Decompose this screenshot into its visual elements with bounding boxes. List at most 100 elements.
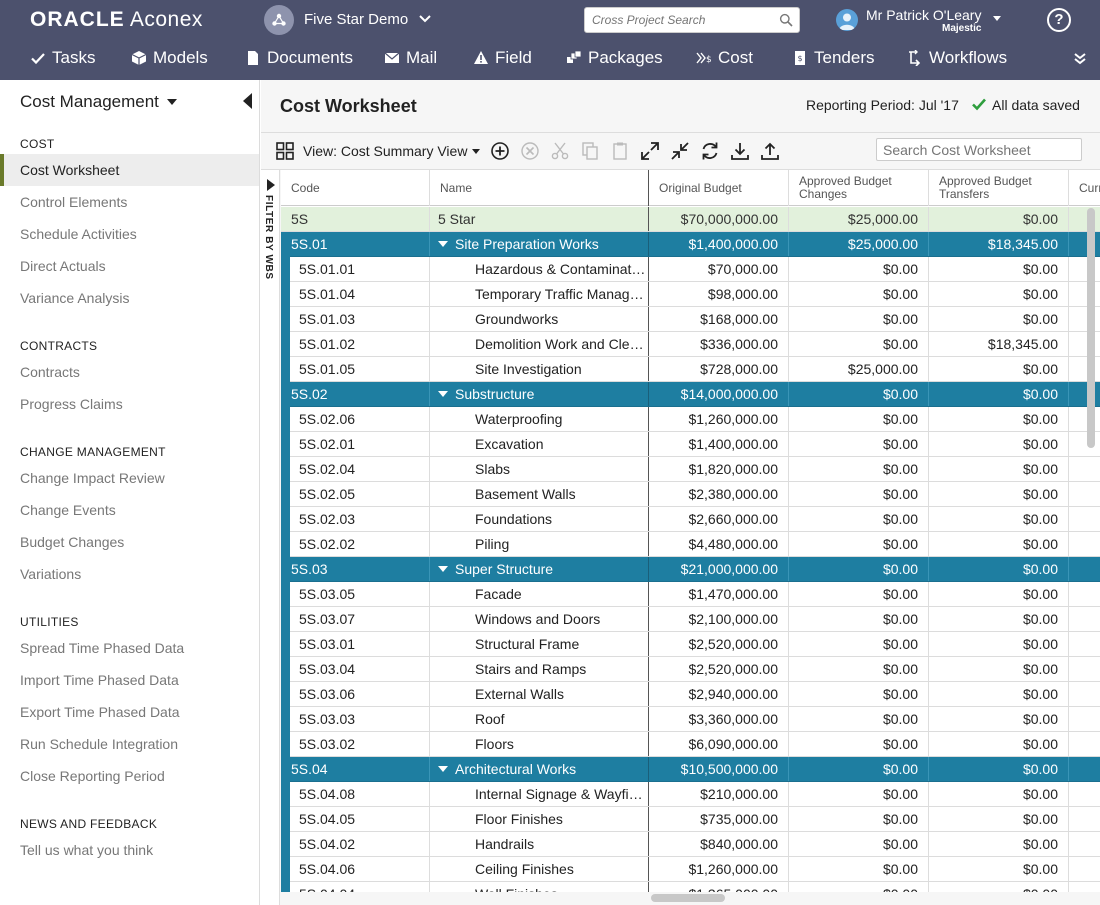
table-row[interactable]: 5S.02.02 Piling $4,480,000.00 $0.00 $0.00 [281, 532, 1100, 557]
cell-name[interactable]: Site Investigation [430, 357, 649, 381]
cell-approved-budget-transfers[interactable]: $0.00 [929, 632, 1069, 656]
sidebar-item-budget-changes[interactable]: Budget Changes [0, 526, 259, 558]
nav-documents[interactable]: Documents [245, 46, 353, 70]
cell-code[interactable]: 5S.02.06 [281, 407, 430, 431]
cell-approved-budget-transfers[interactable]: $0.00 [929, 407, 1069, 431]
cell-original-budget[interactable]: $98,000.00 [649, 282, 789, 306]
cell-code[interactable]: 5S.04.06 [281, 857, 430, 881]
cell-approved-budget-transfers[interactable]: $0.00 [929, 432, 1069, 456]
column-header-name[interactable]: Name [430, 170, 649, 206]
cell-original-budget[interactable]: $1,365,000.00 [649, 882, 789, 892]
project-icon[interactable] [264, 5, 294, 35]
cell-name[interactable]: Foundations [430, 507, 649, 531]
table-row[interactable]: 5S.03.05 Facade $1,470,000.00 $0.00 $0.00 [281, 582, 1100, 607]
cell-code[interactable]: 5S.04.04 [281, 882, 430, 892]
sidebar-item-cost-worksheet[interactable]: Cost Worksheet [0, 154, 259, 186]
cell-approved-budget-transfers[interactable]: $0.00 [929, 507, 1069, 531]
cell-approved-budget-transfers[interactable]: $0.00 [929, 207, 1069, 231]
cell-code[interactable]: 5S.04 [281, 757, 430, 781]
cell-original-budget[interactable]: $21,000,000.00 [649, 557, 789, 581]
sidebar-item-progress-claims[interactable]: Progress Claims [0, 388, 259, 420]
cell-approved-budget-transfers[interactable]: $18,345.00 [929, 232, 1069, 256]
cell-original-budget[interactable]: $1,470,000.00 [649, 582, 789, 606]
cell-approved-budget-changes[interactable]: $0.00 [789, 457, 929, 481]
cell-approved-budget-changes[interactable]: $0.00 [789, 757, 929, 781]
search-icon[interactable] [779, 13, 793, 27]
cell-name[interactable]: Waterproofing [430, 407, 649, 431]
table-row[interactable]: 5S.03.07 Windows and Doors $2,100,000.00 $0… [281, 607, 1100, 632]
cell-original-budget[interactable]: $10,500,000.00 [649, 757, 789, 781]
cell-approved-budget-transfers[interactable]: $0.00 [929, 357, 1069, 381]
cell-approved-budget-transfers[interactable]: $0.00 [929, 682, 1069, 706]
cell-approved-budget-changes[interactable]: $0.00 [789, 807, 929, 831]
table-row[interactable]: 5S.01.05 Site Investigation $728,000.00 $25… [281, 357, 1100, 382]
cell-original-budget[interactable]: $1,260,000.00 [649, 857, 789, 881]
cell-code[interactable]: 5S.02.04 [281, 457, 430, 481]
cell-name[interactable]: Super Structure [430, 557, 649, 581]
cell-original-budget[interactable]: $70,000,000.00 [649, 207, 789, 231]
cell-original-budget[interactable]: $2,380,000.00 [649, 482, 789, 506]
cell-approved-budget-transfers[interactable]: $0.00 [929, 607, 1069, 631]
wbs-group-row[interactable]: 5S.03 Super Structure $21,000,000.00 $0.00 $… [281, 557, 1100, 582]
delete-icon[interactable] [520, 141, 540, 161]
sidebar-item-change-events[interactable]: Change Events [0, 494, 259, 526]
paste-icon[interactable] [610, 141, 630, 161]
cell-code[interactable]: 5S.02.01 [281, 432, 430, 456]
wbs-filter-panel[interactable]: FILTER BY WBS [261, 170, 280, 905]
chevron-down-icon[interactable] [418, 12, 432, 26]
upload-icon[interactable] [760, 141, 780, 161]
help-icon[interactable]: ? [1047, 8, 1071, 32]
cell-approved-budget-changes[interactable]: $0.00 [789, 882, 929, 892]
wbs-group-row[interactable]: 5S.04 Architectural Works $10,500,000.00 $0… [281, 757, 1100, 782]
collapse-sidebar-icon[interactable] [243, 93, 252, 109]
cell-approved-budget-transfers[interactable]: $0.00 [929, 532, 1069, 556]
cell-code[interactable]: 5S.01.05 [281, 357, 430, 381]
cell-name[interactable]: Facade [430, 582, 649, 606]
cell-name[interactable]: Slabs [430, 457, 649, 481]
cell-approved-budget-changes[interactable]: $0.00 [789, 282, 929, 306]
cell-original-budget[interactable]: $2,520,000.00 [649, 657, 789, 681]
cell-approved-budget-transfers[interactable]: $0.00 [929, 557, 1069, 581]
cell-approved-budget-transfers[interactable]: $0.00 [929, 382, 1069, 406]
cell-approved-budget-changes[interactable]: $0.00 [789, 257, 929, 281]
cell-name[interactable]: Internal Signage & Wayfinding [430, 782, 649, 806]
cell-approved-budget-changes[interactable]: $0.00 [789, 507, 929, 531]
sidebar-item-schedule-activities[interactable]: Schedule Activities [0, 218, 259, 250]
cell-name[interactable]: Windows and Doors [430, 607, 649, 631]
copy-icon[interactable] [580, 141, 600, 161]
table-row[interactable]: 5S.02.06 Waterproofing $1,260,000.00 $0.00 $… [281, 407, 1100, 432]
cell-code[interactable]: 5S.03 [281, 557, 430, 581]
sidebar-item-feedback[interactable]: Tell us what you think [0, 834, 259, 866]
cell-name[interactable]: Roof [430, 707, 649, 731]
sidebar-item-spread-time-phased-data[interactable]: Spread Time Phased Data [0, 632, 259, 664]
table-row[interactable]: 5S.02.04 Slabs $1,820,000.00 $0.00 $0.00 [281, 457, 1100, 482]
nav-cost[interactable]: $ Cost [696, 46, 753, 70]
cell-approved-budget-changes[interactable]: $0.00 [789, 832, 929, 856]
cell-original-budget[interactable]: $336,000.00 [649, 332, 789, 356]
cell-code[interactable]: 5S.01 [281, 232, 430, 256]
expand-filter-icon[interactable] [267, 179, 275, 191]
cell-original-budget[interactable]: $728,000.00 [649, 357, 789, 381]
table-row[interactable]: 5S.04.02 Handrails $840,000.00 $0.00 $0.00 [281, 832, 1100, 857]
cell-code[interactable]: 5S.03.04 [281, 657, 430, 681]
cell-approved-budget-transfers[interactable]: $0.00 [929, 732, 1069, 756]
cell-original-budget[interactable]: $1,820,000.00 [649, 457, 789, 481]
cell-code[interactable]: 5S.01.03 [281, 307, 430, 331]
cell-approved-budget-changes[interactable]: $0.00 [789, 332, 929, 356]
cell-code[interactable]: 5S.01.01 [281, 257, 430, 281]
table-row[interactable]: 5S.02.05 Basement Walls $2,380,000.00 $0.00… [281, 482, 1100, 507]
cell-name[interactable]: Groundworks [430, 307, 649, 331]
cell-name[interactable]: Handrails [430, 832, 649, 856]
cell-code[interactable]: 5S.02.05 [281, 482, 430, 506]
cell-approved-budget-transfers[interactable]: $0.00 [929, 482, 1069, 506]
cell-original-budget[interactable]: $168,000.00 [649, 307, 789, 331]
cell-code[interactable]: 5S.03.06 [281, 682, 430, 706]
collapse-icon[interactable] [670, 141, 690, 161]
cell-code[interactable]: 5S.03.02 [281, 732, 430, 756]
project-switcher[interactable]: Five Star Demo [304, 11, 408, 28]
table-row[interactable]: 5S.04.05 Floor Finishes $735,000.00 $0.00 $0… [281, 807, 1100, 832]
sidebar-item-contracts[interactable]: Contracts [0, 356, 259, 388]
cell-code[interactable]: 5S.04.08 [281, 782, 430, 806]
cell-approved-budget-changes[interactable]: $0.00 [789, 482, 929, 506]
cell-name[interactable]: External Walls [430, 682, 649, 706]
